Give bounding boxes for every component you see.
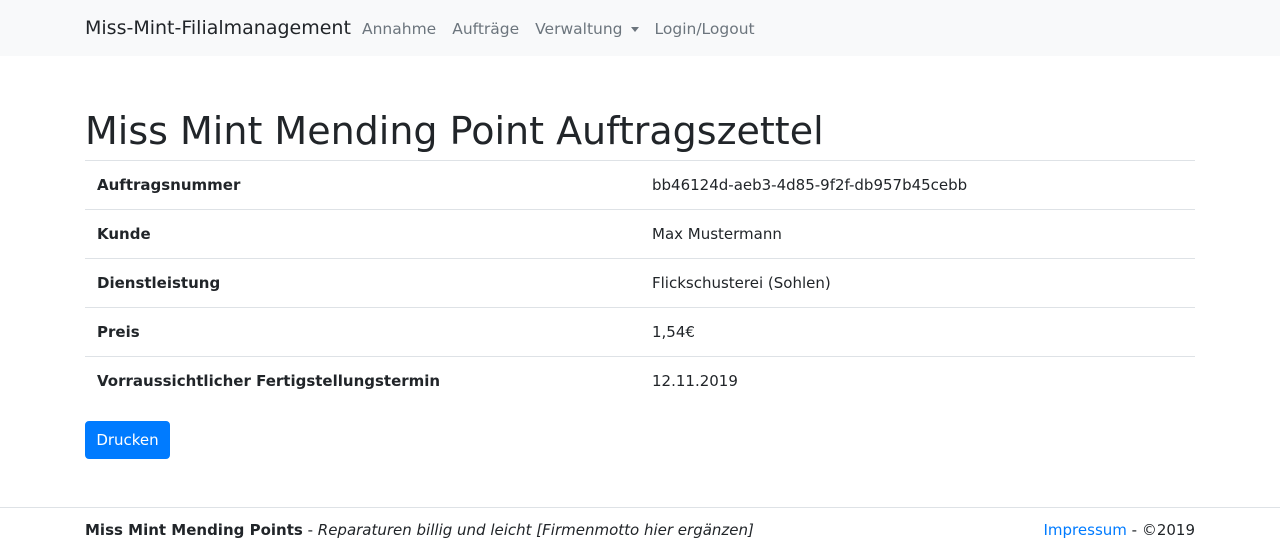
footer-copyright: - ©2019 (1126, 521, 1195, 539)
row-value: Flickschusterei (Sohlen) (640, 258, 1195, 308)
impressum-link[interactable]: Impressum (1044, 521, 1127, 539)
table-row: Dienstleistung Flickschusterei (Sohlen) (85, 258, 1195, 308)
row-value: 1,54€ (640, 307, 1195, 357)
footer-separator: - (302, 521, 318, 539)
nav-links: Annahme Aufträge Verwaltung Login/Logout (362, 20, 755, 38)
row-label: Auftragsnummer (85, 160, 640, 210)
table-row: Auftragsnummer bb46124d-aeb3-4d85-9f2f-d… (85, 160, 1195, 210)
footer: Miss Mint Mending Points - Reparaturen b… (0, 507, 1280, 540)
chevron-down-icon (630, 26, 639, 32)
top-navbar: Miss-Mint-Filialmanagement Annahme Auftr… (0, 0, 1280, 56)
footer-left: Miss Mint Mending Points - Reparaturen b… (85, 521, 754, 539)
order-details-table: Auftragsnummer bb46124d-aeb3-4d85-9f2f-d… (85, 160, 1195, 406)
nav-auftraege[interactable]: Aufträge (452, 20, 519, 38)
table-row: Kunde Max Mustermann (85, 209, 1195, 259)
brand-link[interactable]: Miss-Mint-Filialmanagement (85, 17, 351, 39)
nav-annahme[interactable]: Annahme (362, 20, 436, 38)
footer-motto: Reparaturen billig und leicht [Firmenmot… (317, 521, 754, 539)
row-value: 12.11.2019 (640, 356, 1195, 406)
row-label: Vorraussichtlicher Fertigstellungstermin (85, 356, 640, 406)
table-row: Vorraussichtlicher Fertigstellungstermin… (85, 356, 1195, 406)
footer-right: Impressum - ©2019 (1044, 521, 1196, 539)
footer-company: Miss Mint Mending Points (85, 521, 303, 539)
table-row: Preis 1,54€ (85, 307, 1195, 357)
row-value: Max Mustermann (640, 209, 1195, 259)
nav-login-logout[interactable]: Login/Logout (655, 20, 755, 38)
row-value: bb46124d-aeb3-4d85-9f2f-db957b45cebb (640, 160, 1195, 210)
row-label: Kunde (85, 209, 640, 259)
page-title: Miss Mint Mending Point Auftragszettel (85, 109, 824, 153)
print-button[interactable]: Drucken (85, 421, 170, 459)
row-label: Dienstleistung (85, 258, 640, 308)
nav-verwaltung-label: Verwaltung (535, 20, 623, 38)
nav-verwaltung-dropdown[interactable]: Verwaltung (535, 20, 639, 38)
row-label: Preis (85, 307, 640, 357)
